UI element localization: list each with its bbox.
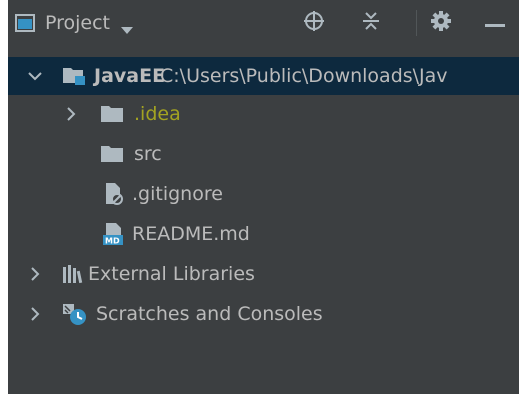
- chevron-right-icon[interactable]: [28, 267, 42, 281]
- tree-item-label: src: [134, 143, 162, 165]
- scratches-icon: [62, 302, 88, 326]
- tree-node-src[interactable]: src: [8, 135, 519, 173]
- settings-button[interactable]: [426, 8, 456, 38]
- project-window-icon: [15, 14, 35, 32]
- folder-icon: [100, 145, 124, 163]
- tool-window-header: Project: [8, 0, 519, 46]
- hide-button[interactable]: [480, 8, 510, 38]
- markdown-file-icon: MD: [102, 222, 126, 246]
- root-path: C:\Users\Public\Downloads\Jav: [160, 65, 448, 87]
- folder-icon: [100, 105, 124, 123]
- project-tool-window: Project JavaEE C:\Users\Public\Downloads…: [8, 0, 519, 394]
- tree-node-readme[interactable]: MD README.md: [8, 215, 519, 253]
- dropdown-icon: [120, 18, 134, 34]
- tree-node-root[interactable]: JavaEE C:\Users\Public\Downloads\Jav: [8, 57, 519, 95]
- library-icon: [62, 264, 84, 284]
- tree-node-scratches[interactable]: Scratches and Consoles: [8, 295, 519, 333]
- chevron-right-icon[interactable]: [28, 307, 42, 321]
- settings-icon: [430, 10, 452, 36]
- tree-node-external-libraries[interactable]: External Libraries: [8, 255, 519, 293]
- tree-node-idea[interactable]: .idea: [8, 95, 519, 133]
- tree-node-gitignore[interactable]: .gitignore: [8, 175, 519, 213]
- view-title: Project: [45, 12, 111, 34]
- view-selector[interactable]: Project: [15, 9, 134, 37]
- hide-icon: [484, 14, 506, 33]
- tree-item-label: .gitignore: [132, 183, 223, 205]
- svg-text:MD: MD: [105, 237, 120, 246]
- root-name: JavaEE: [94, 65, 166, 87]
- tree-item-label: .idea: [134, 103, 181, 125]
- tree-item-label: Scratches and Consoles: [96, 303, 323, 325]
- tree-item-label: README.md: [132, 223, 250, 245]
- module-folder-icon: [62, 66, 86, 86]
- locate-icon: [303, 10, 325, 36]
- ignore-file-icon: [104, 182, 124, 206]
- chevron-right-icon[interactable]: [64, 107, 78, 121]
- toolbar-separator: [416, 10, 417, 36]
- locate-button[interactable]: [299, 8, 329, 38]
- collapse-all-button[interactable]: [356, 8, 386, 38]
- tree-item-label: External Libraries: [88, 263, 255, 285]
- collapse-all-icon: [361, 10, 381, 36]
- chevron-down-icon[interactable]: [28, 69, 42, 83]
